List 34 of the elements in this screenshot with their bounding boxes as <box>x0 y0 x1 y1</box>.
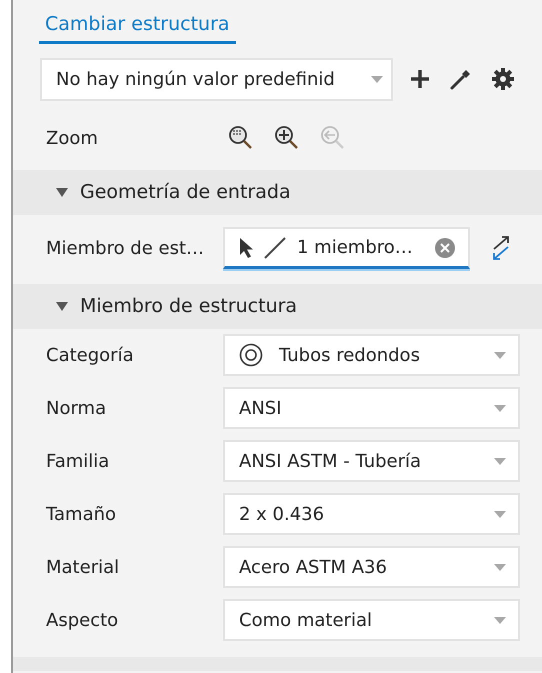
field-label: Familia <box>46 450 110 474</box>
dropdown[interactable]: 2 x 0.436 <box>223 493 520 535</box>
caret-icon <box>494 564 506 570</box>
expand-triangle-icon <box>56 188 68 196</box>
preset-dropdown[interactable]: No hay ningún valor predefinid <box>40 58 393 100</box>
field-label: Material <box>46 556 120 580</box>
settings-button[interactable] <box>489 65 517 93</box>
line-icon <box>263 236 287 260</box>
selection-value: 1 miembro… <box>297 236 413 260</box>
caret-icon <box>494 352 506 358</box>
field-label: Norma <box>46 396 108 420</box>
field-label: Miembro de est… <box>46 236 206 260</box>
dropdown[interactable]: ANSI <box>223 387 520 429</box>
zoom-label: Zoom <box>46 127 99 151</box>
caret-icon <box>494 404 506 412</box>
field-label: Aspecto <box>46 608 120 632</box>
section-title: Geometría de entrada <box>80 180 291 205</box>
caret-icon <box>371 76 383 82</box>
caret-icon <box>494 616 506 624</box>
caret-icon <box>494 510 506 518</box>
selection-field[interactable]: 1 miembro… <box>223 227 470 269</box>
category-dropdown[interactable]: Tubos redondos <box>223 334 520 376</box>
clear-icon[interactable] <box>434 236 456 258</box>
caret-icon <box>494 458 506 464</box>
tab[interactable]: Cambiar estructura <box>39 10 236 44</box>
dropdown[interactable]: ANSI ASTM - Tubería <box>223 440 520 482</box>
pointer-icon <box>239 236 253 258</box>
dropdown[interactable]: Acero ASTM A36 <box>223 546 520 588</box>
section-title: Miembro de estructura <box>80 294 298 319</box>
expand-triangle-icon <box>56 302 68 310</box>
dropdown[interactable]: Como material <box>223 599 520 641</box>
field-label: Tamaño <box>46 502 118 526</box>
round-tube-icon <box>239 343 263 367</box>
field-label: Categoría <box>46 344 135 368</box>
